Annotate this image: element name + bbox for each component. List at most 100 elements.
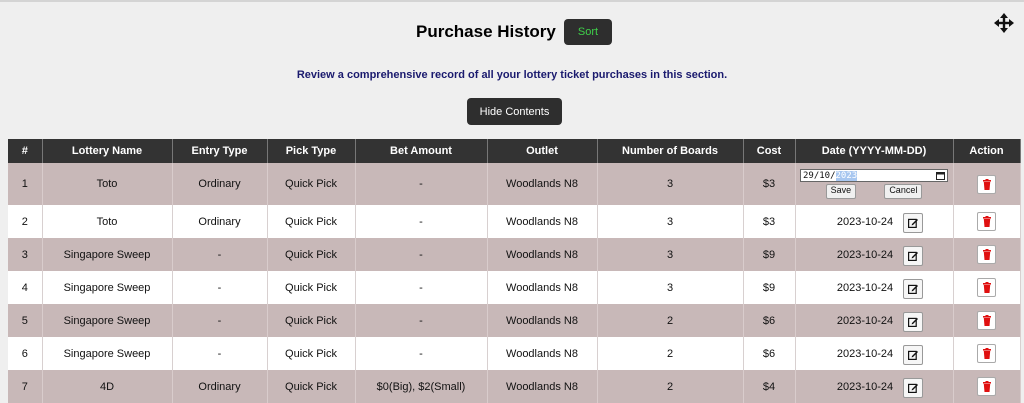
edit-date-button[interactable] xyxy=(902,311,923,332)
edit-icon xyxy=(907,350,918,360)
page-subtitle: Review a comprehensive record of all you… xyxy=(296,69,728,81)
row-lottery-name: Singapore Sweep xyxy=(42,304,173,337)
col-header-num[interactable]: # xyxy=(8,139,43,163)
row-bet-amount: - xyxy=(355,304,488,337)
delete-button[interactable] xyxy=(977,212,996,231)
edit-date-button[interactable] xyxy=(902,212,923,233)
row-pick-type: Quick Pick xyxy=(267,205,356,238)
row-cost: $3 xyxy=(743,163,796,205)
row-cost: $9 xyxy=(743,271,796,304)
col-header-date[interactable]: Date (YYYY-MM-DD) xyxy=(795,139,954,163)
trash-icon xyxy=(982,178,991,190)
row-bet-amount: $0(Big), $2(Small) xyxy=(355,370,488,403)
col-header-pick-type[interactable]: Pick Type xyxy=(267,139,356,163)
row-num: 3 xyxy=(8,238,43,271)
table-row: 4 Singapore Sweep - Quick Pick - Woodlan… xyxy=(8,271,1021,304)
row-entry-type: Ordinary xyxy=(172,163,268,205)
row-boards: 3 xyxy=(597,163,744,205)
trash-icon xyxy=(982,381,991,392)
sort-button[interactable]: Sort xyxy=(564,19,612,45)
row-pick-type: Quick Pick xyxy=(267,238,356,271)
row-outlet: Woodlands N8 xyxy=(487,163,598,205)
row-date: 2023-10-24 xyxy=(836,347,894,360)
delete-button[interactable] xyxy=(977,278,996,297)
row-boards: 2 xyxy=(597,304,744,337)
date-year-selected: 2023 xyxy=(835,170,858,181)
table-row: 3 Singapore Sweep - Quick Pick - Woodlan… xyxy=(8,238,1021,271)
row-date-editor: 29/10/2023 Save Cancel xyxy=(795,163,954,205)
row-date: 2023-10-24 xyxy=(836,215,894,228)
row-date: 2023-10-24 xyxy=(836,314,894,327)
trash-icon xyxy=(982,315,991,326)
col-header-action: Action xyxy=(953,139,1021,163)
row-pick-type: Quick Pick xyxy=(267,163,356,205)
table-row: 6 Singapore Sweep - Quick Pick - Woodlan… xyxy=(8,337,1021,370)
row-bet-amount: - xyxy=(355,163,488,205)
row-date: 2023-10-24 xyxy=(836,281,894,294)
page-title: Purchase History xyxy=(416,22,556,41)
row-outlet: Woodlands N8 xyxy=(487,205,598,238)
trash-icon xyxy=(982,216,991,227)
edit-icon xyxy=(907,251,918,261)
col-header-cost[interactable]: Cost xyxy=(743,139,796,163)
row-outlet: Woodlands N8 xyxy=(487,370,598,403)
col-header-entry-type[interactable]: Entry Type xyxy=(172,139,268,163)
delete-button[interactable] xyxy=(977,344,996,363)
date-day-month: 29/10/ xyxy=(803,170,836,181)
delete-button[interactable] xyxy=(977,311,996,330)
row-outlet: Woodlands N8 xyxy=(487,337,598,370)
row-entry-type: - xyxy=(172,304,268,337)
col-header-boards[interactable]: Number of Boards xyxy=(597,139,744,163)
row-cost: $3 xyxy=(743,205,796,238)
row-date: 2023-10-24 xyxy=(836,380,894,393)
cancel-date-button[interactable]: Cancel xyxy=(884,184,923,199)
edit-icon xyxy=(907,383,918,393)
row-entry-type: Ordinary xyxy=(172,205,268,238)
hide-contents-button[interactable]: Hide Contents xyxy=(467,98,562,125)
row-boards: 3 xyxy=(597,271,744,304)
row-boards: 2 xyxy=(597,370,744,403)
trash-icon xyxy=(982,249,991,260)
move-icon[interactable] xyxy=(994,13,1014,33)
row-num: 7 xyxy=(8,370,43,403)
table-row: 5 Singapore Sweep - Quick Pick - Woodlan… xyxy=(8,304,1021,337)
row-lottery-name: 4D xyxy=(42,370,173,403)
row-num: 4 xyxy=(8,271,43,304)
delete-button[interactable] xyxy=(977,377,996,396)
edit-date-button[interactable] xyxy=(902,377,923,398)
row-entry-type: - xyxy=(172,337,268,370)
row-outlet: Woodlands N8 xyxy=(487,271,598,304)
date-input[interactable]: 29/10/2023 xyxy=(800,169,948,182)
row-lottery-name: Singapore Sweep xyxy=(42,238,173,271)
edit-icon xyxy=(907,284,918,294)
calendar-icon[interactable] xyxy=(936,171,945,180)
edit-icon xyxy=(907,317,918,327)
row-cost: $6 xyxy=(743,337,796,370)
row-bet-amount: - xyxy=(355,205,488,238)
edit-date-button[interactable] xyxy=(902,278,923,299)
purchase-history-table: # Lottery Name Entry Type Pick Type Bet … xyxy=(8,139,1021,403)
col-header-lottery-name[interactable]: Lottery Name xyxy=(42,139,173,163)
edit-icon xyxy=(907,218,918,228)
delete-button[interactable] xyxy=(977,174,996,194)
edit-date-button[interactable] xyxy=(902,344,923,365)
row-num: 2 xyxy=(8,205,43,238)
row-pick-type: Quick Pick xyxy=(267,370,356,403)
delete-button[interactable] xyxy=(977,245,996,264)
edit-date-button[interactable] xyxy=(902,245,923,266)
row-lottery-name: Toto xyxy=(42,163,173,205)
row-entry-type: - xyxy=(172,271,268,304)
row-bet-amount: - xyxy=(355,271,488,304)
row-outlet: Woodlands N8 xyxy=(487,238,598,271)
row-cost: $9 xyxy=(743,238,796,271)
col-header-bet-amount[interactable]: Bet Amount xyxy=(355,139,488,163)
table-row: 2 Toto Ordinary Quick Pick - Woodlands N… xyxy=(8,205,1021,238)
row-lottery-name: Toto xyxy=(42,205,173,238)
trash-icon xyxy=(982,282,991,293)
col-header-outlet[interactable]: Outlet xyxy=(487,139,598,163)
row-cost: $4 xyxy=(743,370,796,403)
save-date-button[interactable]: Save xyxy=(825,184,857,199)
row-bet-amount: - xyxy=(355,337,488,370)
table-row: 7 4D Ordinary Quick Pick $0(Big), $2(Sma… xyxy=(8,370,1021,403)
row-entry-type: Ordinary xyxy=(172,370,268,403)
